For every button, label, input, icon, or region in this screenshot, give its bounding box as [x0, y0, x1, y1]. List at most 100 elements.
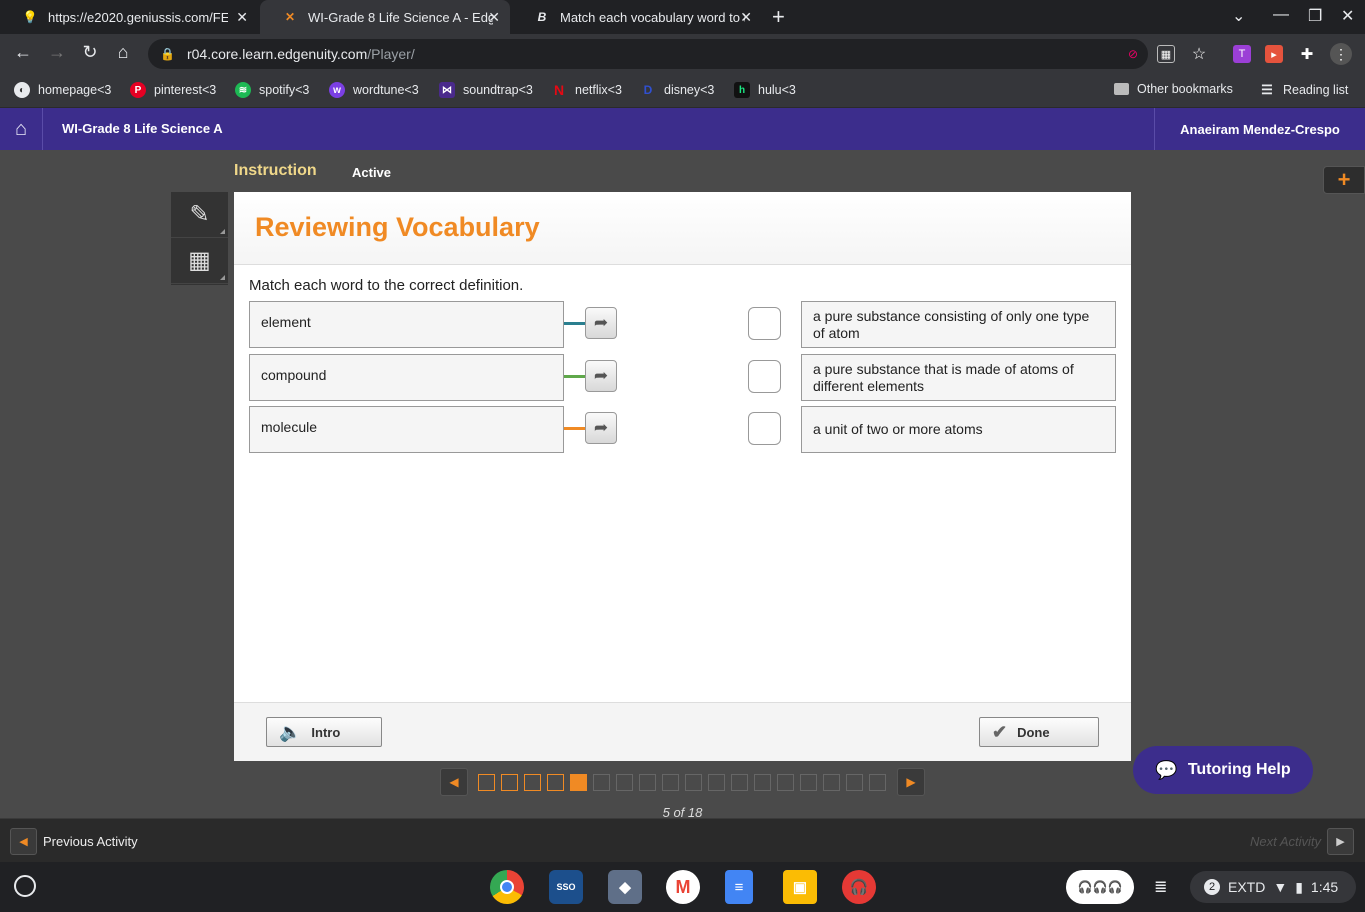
match-target-box[interactable] — [748, 360, 781, 393]
headphones-app-icon[interactable]: 🎧 — [842, 870, 876, 904]
bookmark-wordtune[interactable]: w wordtune<3 — [329, 82, 419, 98]
browser-tab-3[interactable]: B Match each vocabulary word to t ✕ — [512, 0, 762, 34]
other-bookmarks[interactable]: Other bookmarks — [1114, 82, 1233, 96]
bookmark-soundtrap[interactable]: ⋈ soundtrap<3 — [439, 82, 533, 98]
page-square[interactable] — [570, 774, 587, 791]
bookmark-label: wordtune<3 — [353, 83, 419, 97]
user-menu[interactable]: Anaeiram Mendez-Crespo — [1154, 108, 1365, 150]
reading-list[interactable]: ☰ Reading list — [1259, 82, 1348, 98]
disney-icon: D — [643, 83, 653, 97]
definition-box: a pure substance consisting of only one … — [801, 301, 1116, 348]
intro-button[interactable]: 🔈 Intro — [266, 717, 382, 747]
done-button[interactable]: ✔ Done — [979, 717, 1099, 747]
word-box: element — [249, 301, 564, 348]
plus-icon: + — [1337, 167, 1351, 192]
extension-record-icon[interactable]: ▸ — [1265, 45, 1283, 63]
calculator-tool[interactable]: ▦ — [171, 238, 228, 284]
page-square[interactable] — [501, 774, 518, 791]
minimize-icon[interactable]: — — [1273, 6, 1289, 24]
pinterest-icon: P — [130, 82, 146, 98]
close-window-icon[interactable]: ✕ — [1341, 6, 1354, 26]
close-tab-icon[interactable]: ✕ — [236, 9, 248, 26]
menu-icon[interactable]: ⋮ — [1330, 43, 1352, 65]
checkmark-icon: ✔ — [992, 721, 1008, 742]
puzzle-icon[interactable]: ✚ — [1298, 45, 1316, 63]
bookmark-label: netflix<3 — [575, 83, 622, 97]
reload-icon[interactable]: ↻ — [78, 42, 102, 63]
bookmark-label: disney<3 — [664, 83, 715, 97]
page-square[interactable] — [754, 774, 771, 791]
tutoring-help-button[interactable]: 💬 Tutoring Help — [1133, 746, 1313, 794]
pager-prev-button[interactable]: ◀ — [440, 768, 468, 796]
cube-app-icon[interactable]: ◆ — [608, 870, 642, 904]
close-tab-icon[interactable]: ✕ — [740, 9, 752, 26]
chrome-icon[interactable] — [490, 870, 524, 904]
classroom-icon[interactable]: ▣ — [783, 870, 817, 904]
match-target-box[interactable] — [748, 412, 781, 445]
restore-icon[interactable]: ❐ — [1308, 6, 1322, 26]
drag-arrow-icon[interactable]: ➦ — [585, 360, 617, 392]
next-activity-button[interactable]: ▶ — [1327, 828, 1354, 855]
system-tray[interactable]: 2 EXTD ▼ ▮ 1:45 — [1190, 871, 1356, 903]
page-square[interactable] — [777, 774, 794, 791]
drag-arrow-icon[interactable]: ➦ — [585, 412, 617, 444]
match-target-box[interactable] — [748, 307, 781, 340]
tab-instruction[interactable]: Instruction — [234, 162, 317, 180]
close-tab-icon[interactable]: ✕ — [488, 9, 500, 26]
docs-icon[interactable]: ≡ — [725, 870, 753, 904]
previous-activity-label[interactable]: Previous Activity — [43, 834, 138, 849]
page-square[interactable] — [846, 774, 863, 791]
page-square[interactable] — [800, 774, 817, 791]
page-square[interactable] — [547, 774, 564, 791]
page-square[interactable] — [869, 774, 886, 791]
page-square[interactable] — [524, 774, 541, 791]
expand-plus-button[interactable]: + — [1323, 166, 1365, 194]
star-icon[interactable]: ☆ — [1190, 45, 1208, 63]
page-square[interactable] — [662, 774, 679, 791]
home-icon[interactable]: ⌂ — [111, 42, 135, 63]
bookmark-disney[interactable]: Ddisney<3 — [640, 82, 715, 98]
bookmark-netflix[interactable]: Nnetflix<3 — [551, 82, 622, 98]
browser-tab-2[interactable]: ✕ WI-Grade 8 Life Science A - Edge ✕ — [260, 0, 510, 34]
previous-activity-button[interactable]: ◀ — [10, 828, 37, 855]
playlist-icon[interactable]: ≣ — [1154, 877, 1167, 897]
blocked-icon[interactable]: ⊘ — [1124, 45, 1142, 63]
gmail-icon[interactable]: M — [666, 870, 700, 904]
address-bar[interactable]: 🔒 r04.core.learn.edgenuity.com/Player/ — [148, 39, 1148, 69]
new-tab-icon[interactable]: + — [772, 4, 785, 30]
bookmark-pinterest[interactable]: Ppinterest<3 — [130, 82, 216, 98]
tools-panel: ✎ ▦ — [171, 192, 228, 285]
bookmark-hulu[interactable]: h hulu<3 — [734, 82, 796, 98]
pager-next-button[interactable]: ▶ — [897, 768, 925, 796]
tab-search-icon[interactable]: ⌄ — [1232, 6, 1245, 26]
app-header: ⌂ WI-Grade 8 Life Science A Anaeiram Men… — [0, 108, 1365, 150]
browser-tab-1[interactable]: 💡 https://e2020.geniussis.com/FE ✕ — [0, 0, 258, 34]
soundtrap-icon: ⋈ — [439, 82, 455, 98]
page-square[interactable] — [685, 774, 702, 791]
page-square[interactable] — [616, 774, 633, 791]
forward-icon[interactable]: → — [45, 42, 69, 63]
page-square[interactable] — [708, 774, 725, 791]
drag-arrow-icon[interactable]: ➦ — [585, 307, 617, 339]
left-triangle-icon: ◀ — [19, 836, 28, 848]
chat-bubble-icon: 💬 — [1155, 759, 1178, 780]
bookmark-spotify[interactable]: ≋ spotify<3 — [235, 82, 309, 98]
notification-apps-icon[interactable]: 🎧🎧🎧 — [1066, 870, 1134, 904]
page-square[interactable] — [639, 774, 656, 791]
other-bookmarks-label: Other bookmarks — [1137, 82, 1233, 96]
extension-tw-icon[interactable]: T — [1233, 45, 1251, 63]
next-activity-label: Next Activity — [1249, 834, 1321, 849]
pencil-tool[interactable]: ✎ — [171, 192, 228, 238]
bookmark-homepage[interactable]: ◐ homepage<3 — [14, 82, 111, 98]
home-button[interactable]: ⌂ — [0, 108, 43, 150]
page-square[interactable] — [593, 774, 610, 791]
battery-icon: ▮ — [1295, 878, 1303, 895]
status-active: Active — [352, 165, 392, 180]
page-square[interactable] — [478, 774, 495, 791]
page-square[interactable] — [823, 774, 840, 791]
back-icon[interactable]: ← — [11, 42, 35, 63]
sso-app-icon[interactable]: SSO — [549, 870, 583, 904]
qr-code-icon[interactable]: ▦ — [1157, 45, 1175, 63]
launcher-icon[interactable] — [14, 875, 36, 897]
page-square[interactable] — [731, 774, 748, 791]
